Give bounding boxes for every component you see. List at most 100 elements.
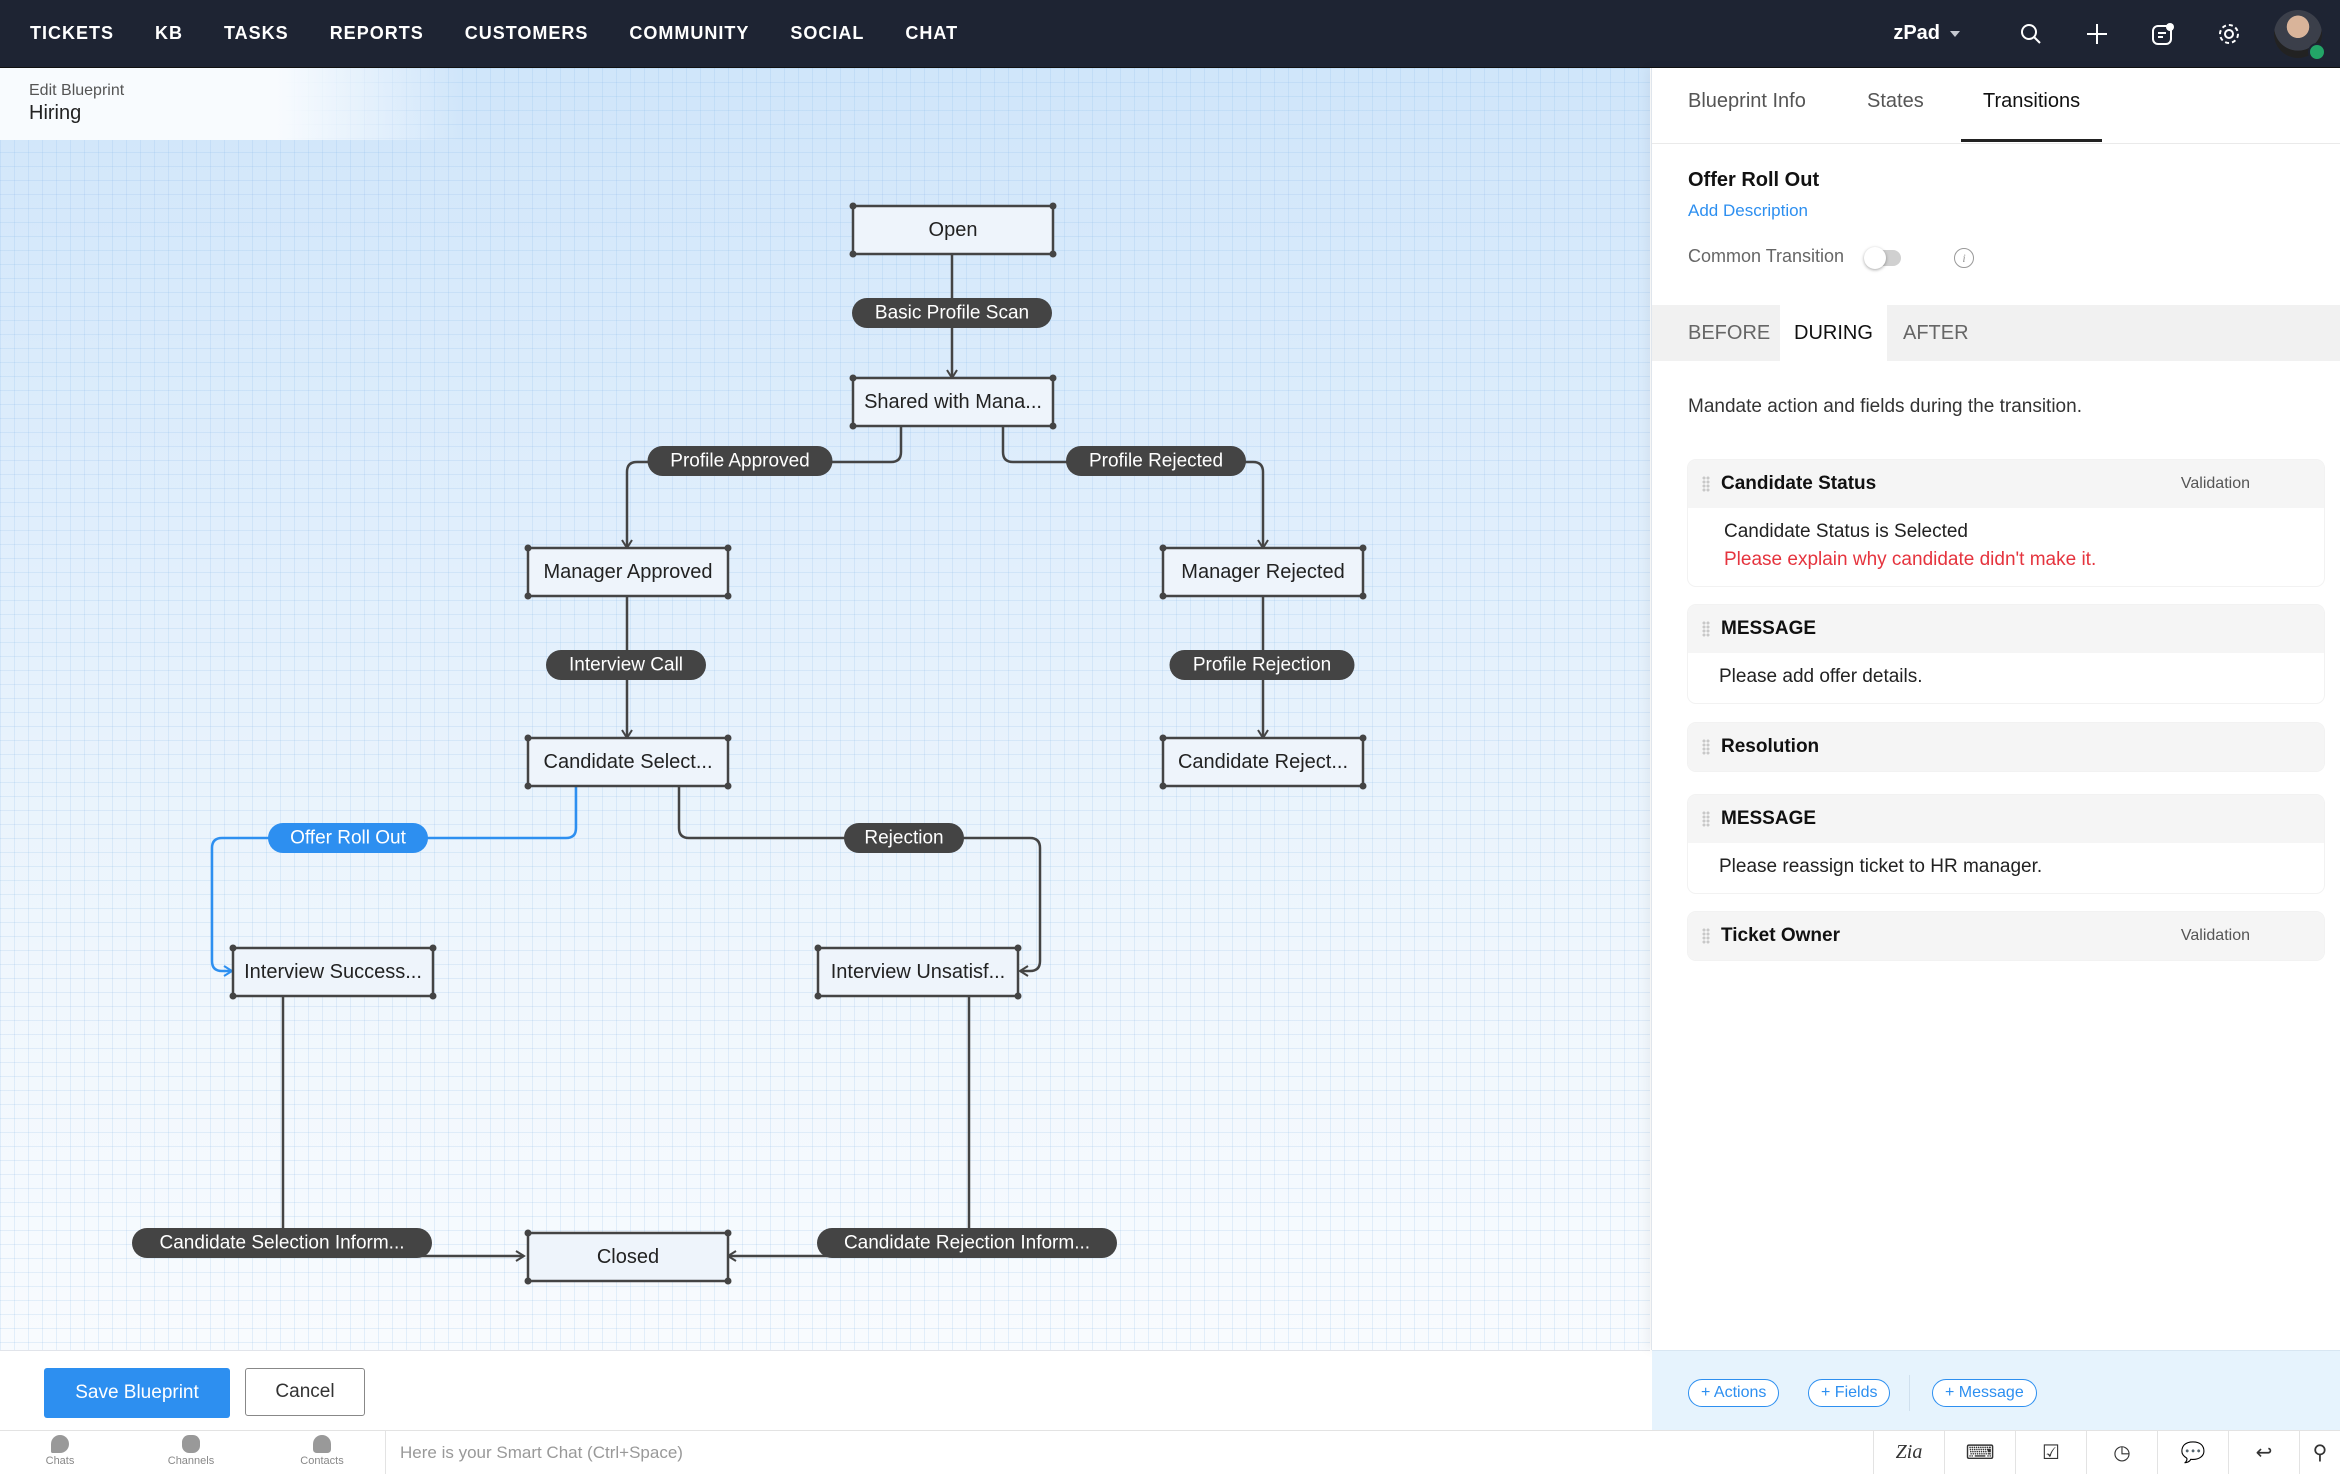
transition-pill[interactable]: Offer Roll Out bbox=[268, 823, 428, 853]
transition-pill[interactable]: Profile Rejected bbox=[1066, 446, 1246, 476]
transition-label: Candidate Selection Inform... bbox=[159, 1233, 404, 1254]
state-node[interactable]: Shared with Mana... bbox=[849, 374, 1057, 430]
state-node[interactable]: Open bbox=[849, 202, 1057, 258]
channels-button[interactable]: Channels bbox=[151, 1435, 231, 1467]
tab-states[interactable]: States bbox=[1867, 90, 1924, 113]
resize-handle[interactable] bbox=[849, 374, 857, 382]
resize-handle[interactable] bbox=[1359, 782, 1367, 790]
resize-handle[interactable] bbox=[1014, 944, 1022, 952]
resize-handle[interactable] bbox=[229, 992, 237, 1000]
gear-icon[interactable] bbox=[2216, 21, 2242, 47]
drag-handle-icon[interactable] bbox=[1702, 621, 1710, 637]
card-message-offer[interactable]: MESSAGE Please add offer details. bbox=[1688, 605, 2324, 703]
tab-after[interactable]: AFTER bbox=[1903, 305, 1969, 361]
resize-handle[interactable] bbox=[1359, 592, 1367, 600]
resize-handle[interactable] bbox=[524, 1277, 532, 1285]
add-description-link[interactable]: Add Description bbox=[1688, 201, 1808, 221]
resize-handle[interactable] bbox=[429, 992, 437, 1000]
clock-icon[interactable]: ◷ bbox=[2086, 1431, 2157, 1474]
resize-handle[interactable] bbox=[1159, 544, 1167, 552]
resize-handle[interactable] bbox=[1014, 992, 1022, 1000]
cancel-button[interactable]: Cancel bbox=[245, 1368, 365, 1416]
transition-pill[interactable]: Basic Profile Scan bbox=[852, 298, 1052, 328]
add-actions-button[interactable]: + Actions bbox=[1688, 1379, 1780, 1407]
search-icon[interactable]: ⚲ bbox=[2299, 1431, 2340, 1474]
tab-before[interactable]: BEFORE bbox=[1688, 305, 1770, 361]
transition-pill[interactable]: Candidate Rejection Inform... bbox=[817, 1228, 1117, 1258]
resize-handle[interactable] bbox=[814, 944, 822, 952]
resize-handle[interactable] bbox=[1049, 422, 1057, 430]
resize-handle[interactable] bbox=[1359, 734, 1367, 742]
state-node[interactable]: Interview Unsatisf... bbox=[814, 944, 1022, 1000]
state-node[interactable]: Candidate Select... bbox=[524, 734, 732, 790]
resize-handle[interactable] bbox=[724, 1229, 732, 1237]
resize-handle[interactable] bbox=[724, 782, 732, 790]
resize-handle[interactable] bbox=[1159, 734, 1167, 742]
plus-icon[interactable] bbox=[2084, 21, 2110, 47]
validation-tag: Validation bbox=[2180, 475, 2250, 492]
card-ticket-owner[interactable]: Ticket Owner Validation bbox=[1688, 912, 2324, 960]
drag-handle-icon[interactable] bbox=[1702, 811, 1710, 827]
resize-handle[interactable] bbox=[724, 734, 732, 742]
save-blueprint-button[interactable]: Save Blueprint bbox=[44, 1368, 230, 1418]
smart-chat-input[interactable]: Here is your Smart Chat (Ctrl+Space) bbox=[385, 1431, 1866, 1474]
transition-label: Candidate Rejection Inform... bbox=[844, 1233, 1090, 1254]
add-fields-button[interactable]: + Fields bbox=[1808, 1379, 1891, 1407]
resize-handle[interactable] bbox=[814, 992, 822, 1000]
transition-pill[interactable]: Interview Call bbox=[546, 650, 706, 680]
resize-handle[interactable] bbox=[524, 592, 532, 600]
transition-pill[interactable]: Profile Rejection bbox=[1169, 650, 1355, 680]
resize-handle[interactable] bbox=[524, 544, 532, 552]
state-node[interactable]: Manager Approved bbox=[524, 544, 732, 600]
workspace-switcher[interactable]: zPad bbox=[1893, 22, 1960, 45]
chat-bubbles-icon[interactable]: 💬 bbox=[2157, 1431, 2228, 1474]
resize-handle[interactable] bbox=[1049, 250, 1057, 258]
resize-handle[interactable] bbox=[1049, 374, 1057, 382]
card-candidate-status[interactable]: Candidate Status Validation Candidate St… bbox=[1688, 460, 2324, 586]
drag-handle-icon[interactable] bbox=[1702, 739, 1710, 755]
contacts-button[interactable]: Contacts bbox=[282, 1435, 362, 1467]
resize-handle[interactable] bbox=[429, 944, 437, 952]
resize-handle[interactable] bbox=[849, 422, 857, 430]
task-check-icon[interactable]: ☑ bbox=[2015, 1431, 2086, 1474]
state-node[interactable]: Closed bbox=[524, 1229, 732, 1285]
notes-icon[interactable] bbox=[2150, 21, 2176, 47]
tab-during[interactable]: DURING bbox=[1780, 305, 1887, 361]
transition-pill[interactable]: Profile Approved bbox=[647, 446, 833, 476]
resize-handle[interactable] bbox=[724, 1277, 732, 1285]
resize-handle[interactable] bbox=[1359, 544, 1367, 552]
add-message-button[interactable]: + Message bbox=[1932, 1379, 2037, 1407]
drag-handle-icon[interactable] bbox=[1702, 928, 1710, 944]
search-icon[interactable] bbox=[2018, 21, 2044, 47]
transition-pill[interactable]: Candidate Selection Inform... bbox=[132, 1228, 432, 1258]
resize-handle[interactable] bbox=[524, 734, 532, 742]
resize-handle[interactable] bbox=[849, 202, 857, 210]
resize-handle[interactable] bbox=[849, 250, 857, 258]
avatar[interactable] bbox=[2274, 9, 2326, 61]
drag-handle-icon[interactable] bbox=[1702, 476, 1710, 492]
tab-blueprint-info[interactable]: Blueprint Info bbox=[1688, 90, 1806, 113]
state-node[interactable]: Candidate Reject... bbox=[1159, 734, 1367, 790]
reply-icon[interactable]: ↩ bbox=[2228, 1431, 2299, 1474]
resize-handle[interactable] bbox=[724, 592, 732, 600]
resize-handle[interactable] bbox=[724, 544, 732, 552]
resize-handle[interactable] bbox=[1159, 592, 1167, 600]
state-node[interactable]: Manager Rejected bbox=[1159, 544, 1367, 600]
resize-handle[interactable] bbox=[229, 944, 237, 952]
resize-handle[interactable] bbox=[1049, 202, 1057, 210]
info-icon[interactable]: i bbox=[1954, 248, 1974, 268]
card-message-reassign[interactable]: MESSAGE Please reassign ticket to HR man… bbox=[1688, 795, 2324, 893]
resize-handle[interactable] bbox=[524, 1229, 532, 1237]
resize-handle[interactable] bbox=[524, 782, 532, 790]
resize-handle[interactable] bbox=[1159, 782, 1167, 790]
state-label: Interview Success... bbox=[244, 961, 422, 983]
transition-pill[interactable]: Rejection bbox=[844, 823, 964, 853]
card-resolution[interactable]: Resolution bbox=[1688, 723, 2324, 771]
state-node[interactable]: Interview Success... bbox=[229, 944, 437, 1000]
tab-transitions[interactable]: Transitions bbox=[1983, 90, 2080, 113]
common-transition-toggle[interactable] bbox=[1864, 247, 1901, 269]
zia-icon[interactable]: Zia bbox=[1873, 1431, 1944, 1474]
chats-button[interactable]: Chats bbox=[20, 1435, 100, 1467]
keyboard-icon[interactable]: ⌨ bbox=[1944, 1431, 2015, 1474]
connector-shared-mgr-approved bbox=[621, 425, 903, 550]
